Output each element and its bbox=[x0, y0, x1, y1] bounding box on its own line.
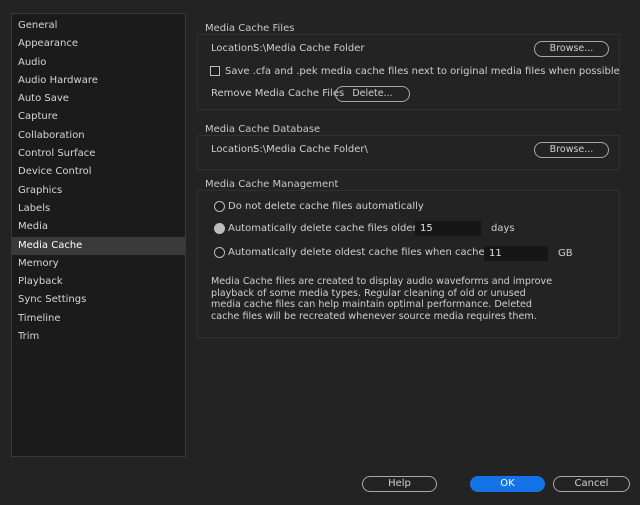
sidebar-item-audio-hardware[interactable]: Audio Hardware bbox=[12, 72, 185, 90]
remove-cache-files-label: Remove Media Cache Files bbox=[211, 88, 345, 99]
save-cache-next-to-media-checkbox[interactable] bbox=[210, 66, 220, 76]
sidebar-item-audio[interactable]: Audio bbox=[12, 54, 185, 72]
sidebar-item-capture[interactable]: Capture bbox=[12, 108, 185, 126]
media-cache-management-title: Media Cache Management bbox=[205, 179, 345, 190]
delete-older-than-radio[interactable] bbox=[214, 223, 225, 234]
sidebar-item-media[interactable]: Media bbox=[12, 218, 185, 236]
database-browse-button[interactable]: Browse... bbox=[534, 142, 609, 158]
save-cache-next-to-media-label: Save .cfa and .pek media cache files nex… bbox=[225, 66, 620, 77]
no-auto-delete-radio[interactable] bbox=[214, 201, 225, 212]
database-location-label: Location: bbox=[211, 144, 257, 155]
sidebar-item-control-surface[interactable]: Control Surface bbox=[12, 145, 185, 163]
sidebar-item-playback[interactable]: Playback bbox=[12, 273, 185, 291]
cache-size-limit-input[interactable]: 11 bbox=[484, 246, 548, 261]
gb-unit-label: GB bbox=[558, 248, 573, 259]
older-than-days-input[interactable]: 15 bbox=[415, 221, 481, 236]
sidebar-item-timeline[interactable]: Timeline bbox=[12, 310, 185, 328]
files-browse-button[interactable]: Browse... bbox=[534, 41, 609, 57]
delete-button[interactable]: Delete... bbox=[335, 86, 410, 102]
sidebar-item-device-control[interactable]: Device Control bbox=[12, 163, 185, 181]
days-unit-label: days bbox=[491, 223, 515, 234]
media-cache-files-title: Media Cache Files bbox=[205, 23, 301, 34]
sidebar-item-auto-save[interactable]: Auto Save bbox=[12, 90, 185, 108]
preferences-sidebar: General Appearance Audio Audio Hardware … bbox=[11, 13, 186, 457]
no-auto-delete-label: Do not delete cache files automatically bbox=[228, 201, 424, 212]
sidebar-item-memory[interactable]: Memory bbox=[12, 255, 185, 273]
sidebar-item-collaboration[interactable]: Collaboration bbox=[12, 127, 185, 145]
ok-button[interactable]: OK bbox=[470, 476, 545, 492]
delete-older-than-label: Automatically delete cache files older t… bbox=[228, 223, 446, 234]
files-location-path: S:\Media Cache Folder bbox=[253, 43, 365, 54]
sidebar-item-appearance[interactable]: Appearance bbox=[12, 35, 185, 53]
sidebar-item-graphics[interactable]: Graphics bbox=[12, 182, 185, 200]
sidebar-item-trim[interactable]: Trim bbox=[12, 328, 185, 346]
database-location-path: S:\Media Cache Folder\ bbox=[253, 144, 368, 155]
delete-when-exceeds-radio[interactable] bbox=[214, 247, 225, 258]
sidebar-item-general[interactable]: General bbox=[12, 17, 185, 35]
help-button[interactable]: Help bbox=[362, 476, 437, 492]
sidebar-item-sync-settings[interactable]: Sync Settings bbox=[12, 291, 185, 309]
sidebar-item-labels[interactable]: Labels bbox=[12, 200, 185, 218]
cancel-button[interactable]: Cancel bbox=[553, 476, 630, 492]
media-cache-database-title: Media Cache Database bbox=[205, 124, 327, 135]
cache-management-description: Media Cache files are created to display… bbox=[211, 276, 553, 322]
files-location-label: Location: bbox=[211, 43, 257, 54]
sidebar-item-media-cache[interactable]: Media Cache bbox=[12, 236, 185, 255]
